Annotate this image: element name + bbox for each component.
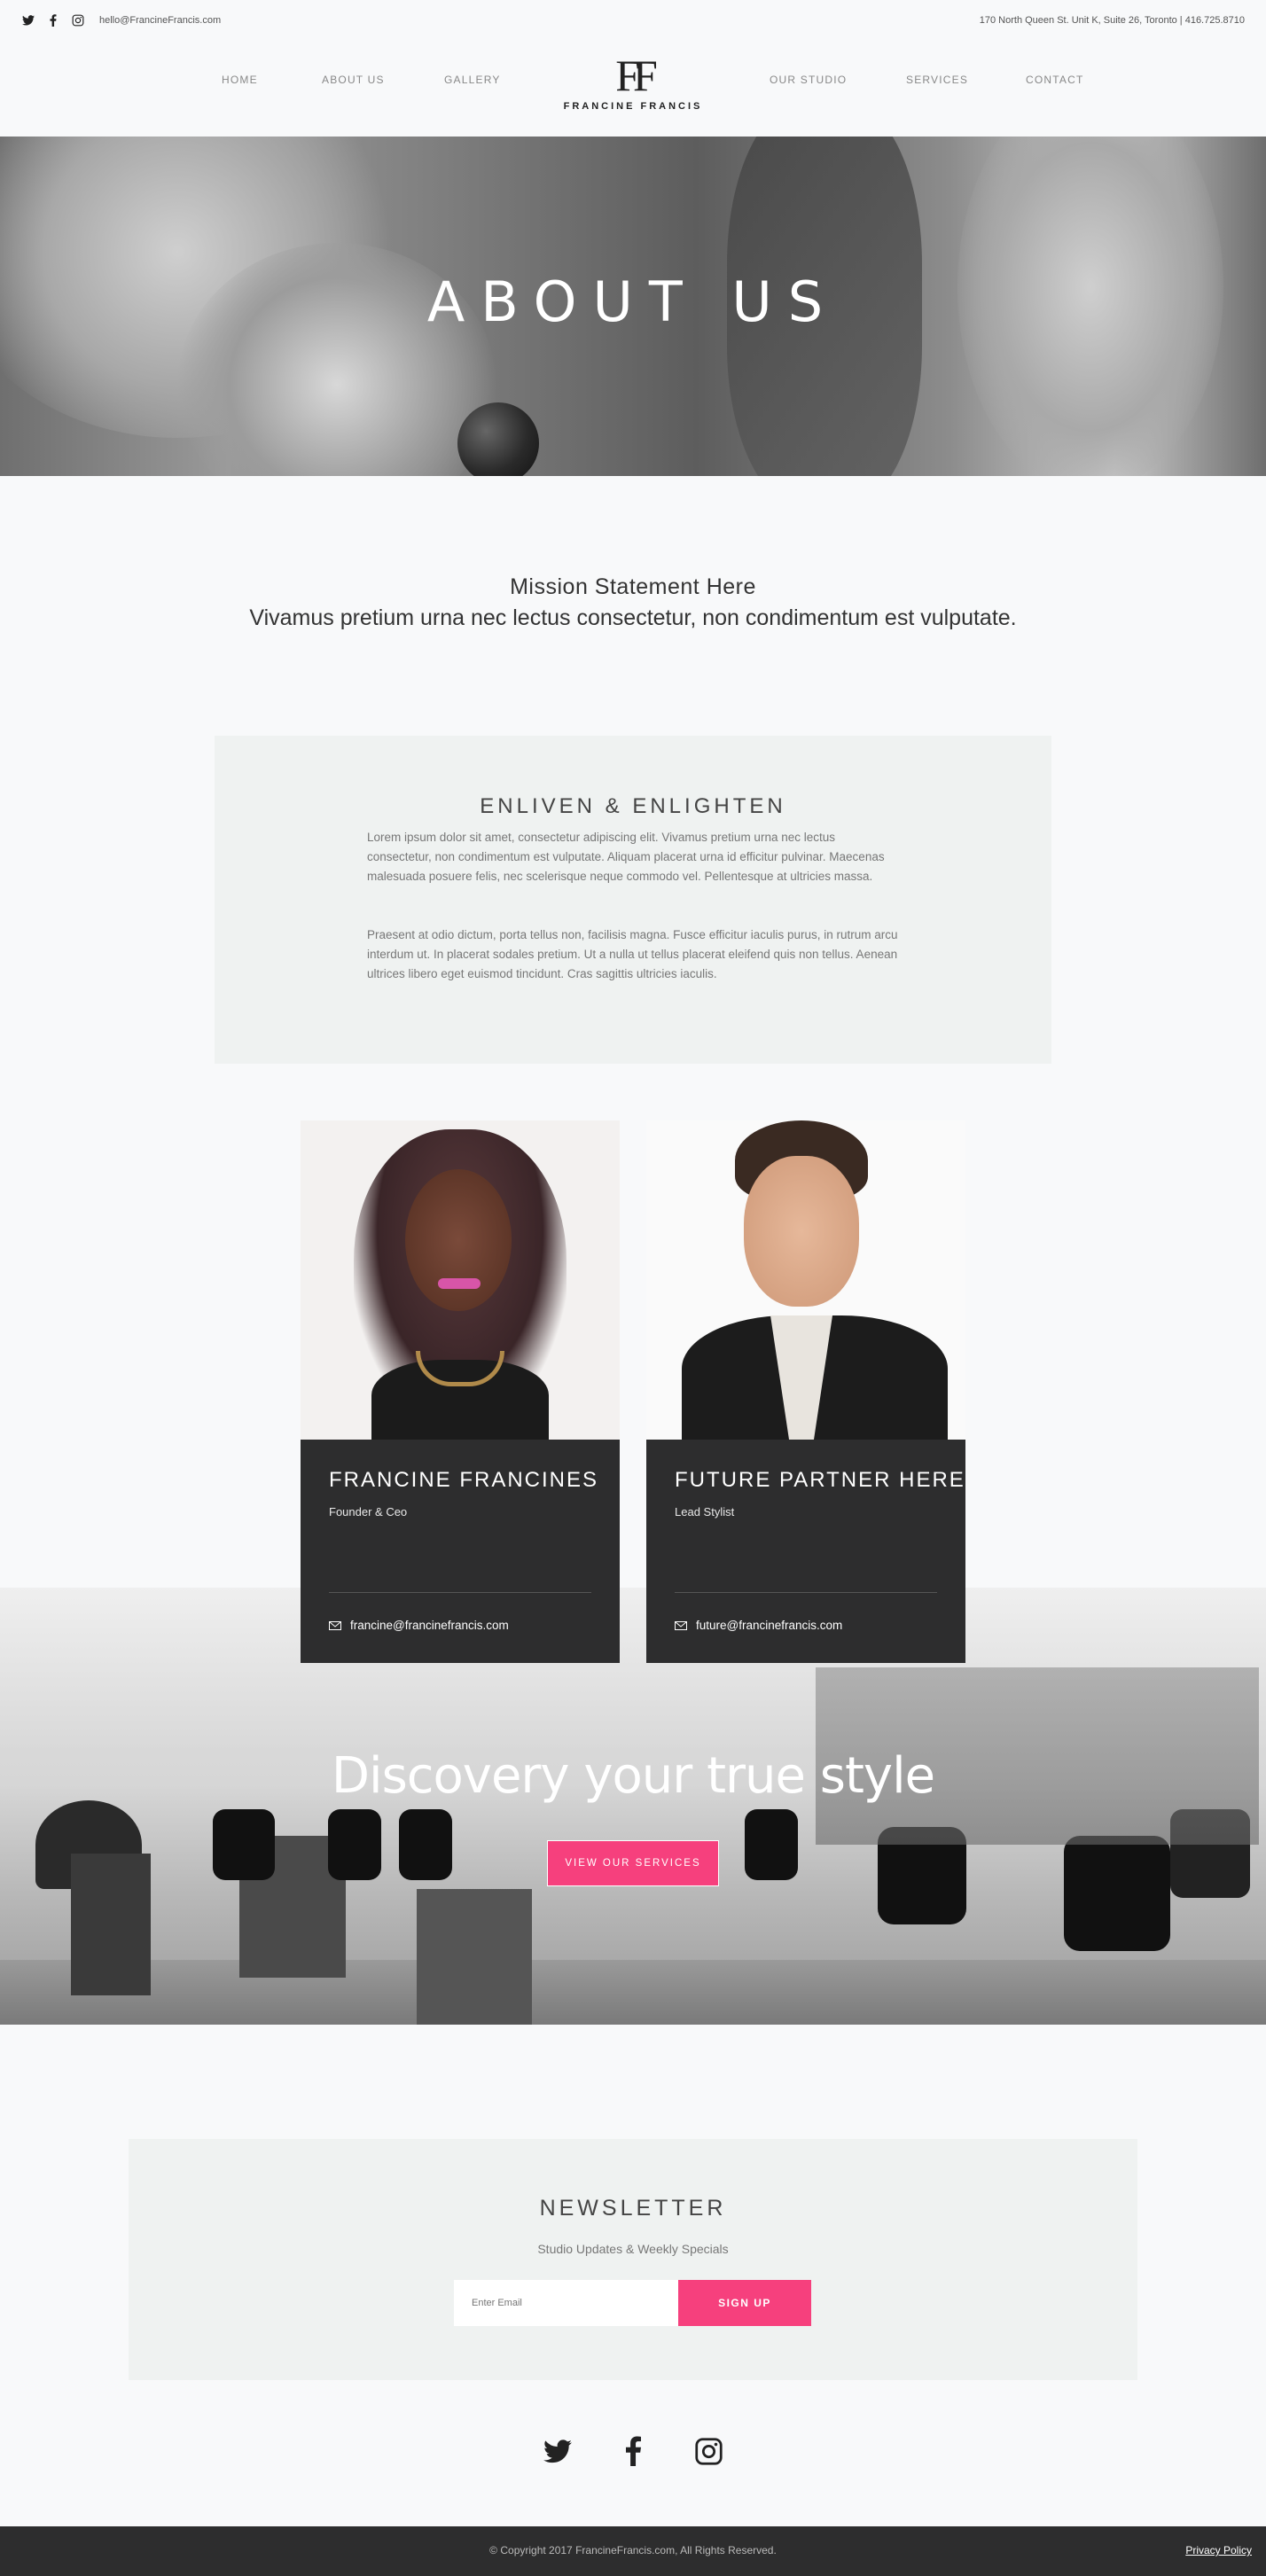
topbar-email-link[interactable]: hello@FrancineFrancis.com bbox=[99, 15, 221, 26]
hero-title: ABOUT US bbox=[426, 269, 840, 334]
nav-gallery[interactable]: GALLERY bbox=[444, 74, 501, 86]
newsletter-panel: NEWSLETTER Studio Updates & Weekly Speci… bbox=[129, 2139, 1137, 2380]
salon-cta-banner: Discovery your true style VIEW OUR SERVI… bbox=[0, 1588, 1266, 2025]
salon-chair bbox=[399, 1809, 452, 1880]
nav-our-studio[interactable]: OUR STUDIO bbox=[770, 74, 847, 86]
logo-mark: FF bbox=[615, 51, 658, 100]
twitter-icon[interactable] bbox=[542, 2435, 574, 2467]
twitter-icon[interactable] bbox=[21, 13, 35, 27]
site-footer: © Copyright 2017 FrancineFrancis.com, Al… bbox=[0, 2526, 1266, 2576]
team-member-email[interactable]: francine@francinefrancis.com bbox=[329, 1619, 509, 1632]
hero-roller-ball bbox=[457, 402, 539, 476]
instagram-icon[interactable] bbox=[692, 2435, 724, 2467]
team-photo bbox=[646, 1120, 965, 1440]
social-links bbox=[0, 2435, 1266, 2467]
team-card: FRANCINE FRANCINES Founder & Ceo francin… bbox=[301, 1120, 620, 1663]
envelope-icon bbox=[675, 1620, 687, 1630]
signup-button[interactable]: SIGN UP bbox=[678, 2280, 811, 2326]
team-member-name: FRANCINE FRANCINES bbox=[329, 1468, 599, 1492]
nav-home[interactable]: HOME bbox=[222, 74, 258, 86]
nav-about-us[interactable]: ABOUT US bbox=[322, 74, 385, 86]
about-paragraph-2: Praesent at odio dictum, porta tellus no… bbox=[367, 928, 898, 980]
logo-wordmark: FRANCINE FRANCIS bbox=[563, 101, 703, 112]
card-divider bbox=[675, 1592, 937, 1593]
team-member-email-text: francine@francinefrancis.com bbox=[350, 1619, 509, 1632]
nav-contact[interactable]: CONTACT bbox=[1026, 74, 1084, 86]
about-paragraph-1: Lorem ipsum dolor sit amet, consectetur … bbox=[367, 831, 885, 883]
team-member-role: Lead Stylist bbox=[675, 1505, 735, 1518]
about-panel-title: ENLIVEN & ENLIGHTEN bbox=[480, 794, 786, 814]
salon-stool bbox=[71, 1854, 151, 1995]
mission-text: Vivamus pretium urna nec lectus consecte… bbox=[249, 605, 1017, 630]
salon-stool bbox=[417, 1889, 532, 2025]
team-member-role: Founder & Ceo bbox=[329, 1505, 408, 1518]
about-panel: ENLIVEN & ENLIGHTEN Lorem ipsum dolor si… bbox=[215, 736, 1051, 1064]
newsletter-title: NEWSLETTER bbox=[539, 2196, 727, 2221]
mission-heading: Mission Statement Here bbox=[510, 574, 756, 599]
nav-services[interactable]: SERVICES bbox=[906, 74, 968, 86]
envelope-icon bbox=[329, 1620, 341, 1630]
team-photo bbox=[301, 1120, 620, 1440]
team-member-name: FUTURE PARTNER HERE bbox=[675, 1468, 965, 1492]
salon-chair bbox=[1064, 1836, 1170, 1951]
team-member-email-text: future@francinefrancis.com bbox=[696, 1619, 843, 1632]
facebook-icon[interactable] bbox=[617, 2435, 649, 2467]
newsletter-email-input[interactable] bbox=[454, 2280, 680, 2326]
salon-chair bbox=[745, 1809, 798, 1880]
top-bar: hello@FrancineFrancis.com 170 North Quee… bbox=[0, 0, 1266, 41]
card-divider bbox=[329, 1592, 591, 1593]
top-bar-left: hello@FrancineFrancis.com bbox=[21, 13, 221, 27]
privacy-policy-link[interactable]: Privacy Policy bbox=[1185, 2544, 1252, 2556]
site-logo[interactable]: FF FRANCINE FRANCIS bbox=[561, 53, 705, 112]
salon-chair bbox=[328, 1809, 381, 1880]
hero-banner: ABOUT US bbox=[0, 137, 1266, 476]
main-nav: HOME ABOUT US GALLERY FF FRANCINE FRANCI… bbox=[0, 41, 1266, 137]
salon-headline: Discovery your true style bbox=[331, 1747, 935, 1805]
team-member-email[interactable]: future@francinefrancis.com bbox=[675, 1619, 842, 1632]
newsletter-subtitle: Studio Updates & Weekly Specials bbox=[537, 2242, 729, 2256]
view-services-button[interactable]: VIEW OUR SERVICES bbox=[547, 1840, 719, 1886]
salon-chair bbox=[213, 1809, 275, 1880]
copyright-text: © Copyright 2017 FrancineFrancis.com, Al… bbox=[489, 2544, 777, 2556]
facebook-icon[interactable] bbox=[46, 13, 60, 27]
salon-floor bbox=[0, 1960, 1266, 2025]
topbar-address: 170 North Queen St. Unit K, Suite 26, To… bbox=[979, 15, 1245, 26]
team-card: FUTURE PARTNER HERE Lead Stylist future@… bbox=[646, 1120, 965, 1663]
instagram-icon[interactable] bbox=[71, 13, 85, 27]
mission-statement: Mission Statement Here Vivamus pretium u… bbox=[0, 574, 1266, 631]
